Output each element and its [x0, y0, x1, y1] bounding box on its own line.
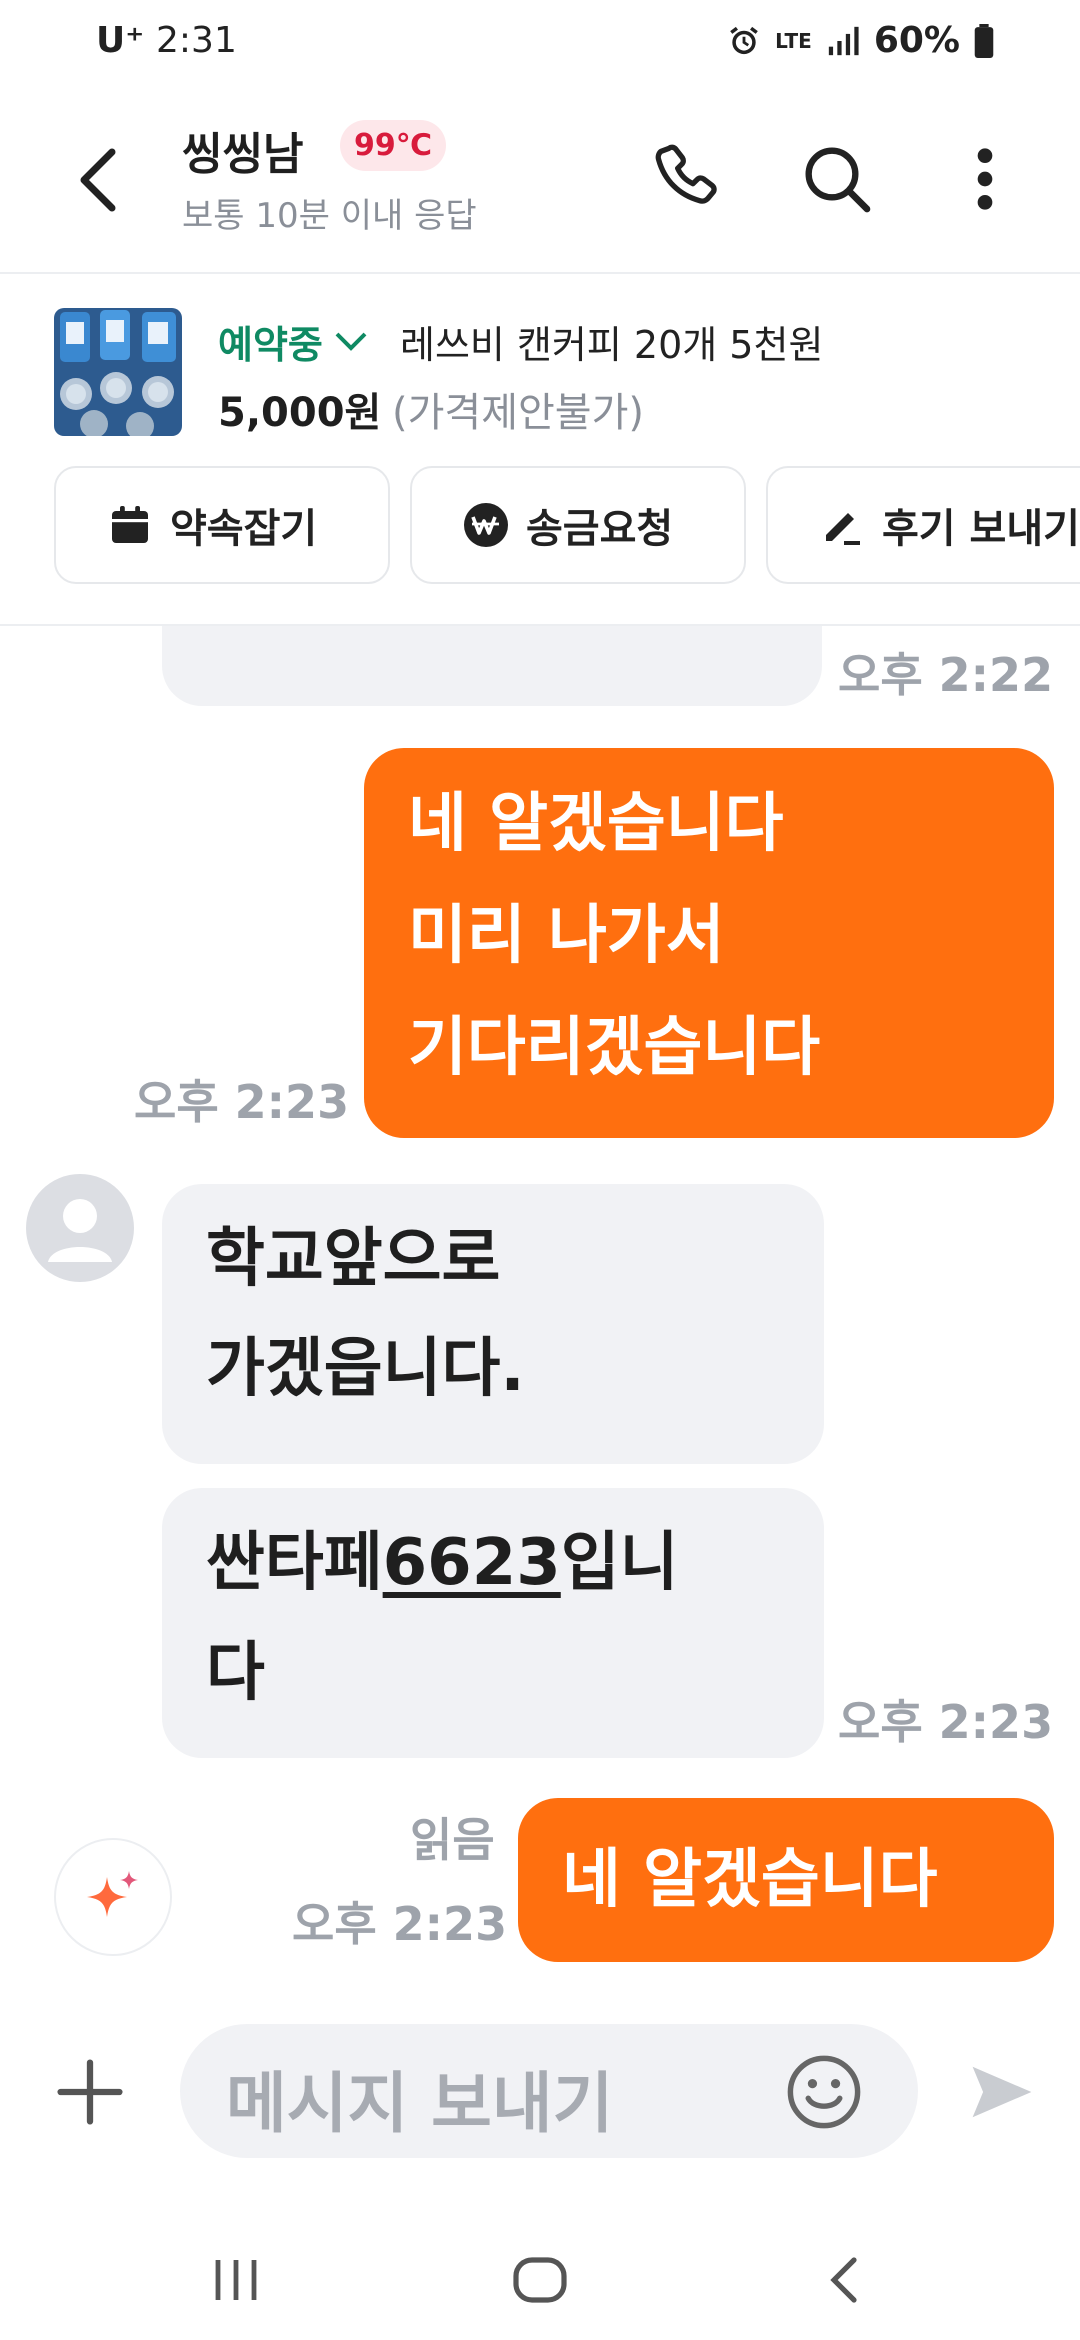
battery-icon — [974, 23, 994, 58]
chevron-left-icon — [830, 2257, 857, 2303]
message-line: 다 — [206, 1636, 265, 1710]
call-button[interactable] — [642, 134, 732, 224]
attach-button[interactable] — [48, 2050, 132, 2134]
review-button[interactable]: 후기 보내기 — [766, 466, 1080, 584]
reservation-status-dropdown[interactable]: 예약중 — [218, 314, 371, 369]
search-icon — [805, 147, 871, 213]
chevron-down-icon — [335, 332, 367, 351]
response-time: 보통 10분 이내 응답 — [182, 196, 477, 236]
clock: 2:31 — [156, 20, 237, 61]
recent-apps-button[interactable] — [206, 2250, 266, 2310]
status-bar: U⁺ 2:31 LTE 60% — [0, 0, 1080, 84]
default-avatar-icon — [26, 1174, 134, 1282]
message-text: 싼타페 — [206, 1526, 383, 1600]
message-bubble-outgoing[interactable]: 네 알겠습니다 미리 나가서 기다리겠습니다 — [364, 748, 1054, 1138]
battery-percent: 60% — [873, 20, 960, 61]
recent-apps-icon — [215, 2260, 257, 2300]
message-bubble-incoming[interactable]: 학교앞으로 가겠읍니다. — [162, 1184, 824, 1464]
message-line: 기다리겠습니다 — [408, 1011, 821, 1085]
carrier-label: U⁺ — [96, 20, 145, 61]
money-request-label: 송금요청 — [526, 506, 674, 552]
network-label: LTE — [775, 28, 812, 53]
more-icon — [977, 148, 993, 210]
more-button[interactable] — [940, 134, 1030, 224]
pencil-icon — [826, 513, 860, 545]
back-button[interactable] — [60, 140, 140, 220]
signal-icon — [828, 26, 859, 55]
back-icon — [80, 148, 116, 212]
message-timestamp: 오후 2:23 — [838, 1695, 1054, 1749]
system-back-button[interactable] — [816, 2250, 876, 2310]
status-icons: LTE 60% — [727, 20, 994, 61]
home-icon — [513, 2257, 567, 2303]
message-line: 네 알겠습니다 — [408, 787, 784, 861]
message-text: 입니 — [560, 1526, 679, 1600]
product-title[interactable]: 레쓰비 캔커피 20개 5천원 — [400, 314, 823, 369]
sparkle-icon — [87, 1871, 138, 1917]
system-navigation-bar — [0, 2220, 1080, 2340]
message-timestamp: 오후 2:23 — [292, 1897, 508, 1951]
appointment-button[interactable]: 약속잡기 — [54, 466, 390, 584]
won-icon — [464, 503, 508, 547]
coffee-cans-image — [54, 308, 182, 436]
message-timestamp: 오후 2:23 — [134, 1075, 350, 1129]
license-plate-link[interactable]: 6623 — [383, 1526, 561, 1600]
product-price: 5,000원 — [218, 390, 382, 436]
emoji-button[interactable] — [782, 2050, 866, 2134]
emoji-icon — [787, 2055, 861, 2129]
header-divider — [0, 272, 1080, 274]
product-thumbnail[interactable] — [54, 308, 182, 436]
send-button[interactable] — [960, 2050, 1044, 2134]
seller-name[interactable]: 씽씽남 — [182, 118, 303, 182]
message-bubble-incoming[interactable]: 싼타페6623입니 다 — [162, 1488, 824, 1758]
send-icon — [972, 2066, 1032, 2118]
message-bubble-incoming-partial — [162, 626, 822, 706]
plus-icon — [57, 2059, 123, 2125]
chat-list[interactable]: 오후 2:22 네 알겠습니다 미리 나가서 기다리겠습니다 오후 2:23 학… — [0, 626, 1080, 1996]
message-text: 네 알겠습니다 — [562, 1843, 938, 1917]
ai-assist-button[interactable] — [54, 1838, 172, 1956]
read-receipt: 읽음 — [410, 1813, 495, 1867]
message-line: 학교앞으로 — [206, 1222, 501, 1296]
review-label: 후기 보내기 — [882, 506, 1080, 552]
message-timestamp: 오후 2:22 — [838, 648, 1054, 702]
alarm-icon — [730, 26, 758, 54]
home-button[interactable] — [508, 2248, 572, 2312]
message-line: 미리 나가서 — [408, 899, 725, 973]
message-line: 가겠읍니다. — [206, 1332, 525, 1406]
phone-icon — [655, 144, 717, 204]
chat-header: 씽씽남 99℃ 보통 10분 이내 응답 — [0, 100, 1080, 270]
money-request-button[interactable]: 송금요청 — [410, 466, 746, 584]
price-negotiation: (가격제안불가) — [392, 390, 645, 436]
avatar[interactable] — [26, 1174, 134, 1282]
reservation-status: 예약중 — [218, 323, 323, 367]
search-button[interactable] — [792, 134, 882, 224]
message-bubble-outgoing[interactable]: 네 알겠습니다 — [518, 1798, 1054, 1962]
review-chip-clip: 후기 보내기 — [766, 466, 1080, 584]
message-input-placeholder: 메시지 보내기 — [226, 2065, 614, 2142]
appointment-label: 약속잡기 — [170, 506, 318, 552]
calendar-icon — [112, 506, 148, 543]
manner-temperature-badge[interactable]: 99℃ — [340, 120, 447, 171]
